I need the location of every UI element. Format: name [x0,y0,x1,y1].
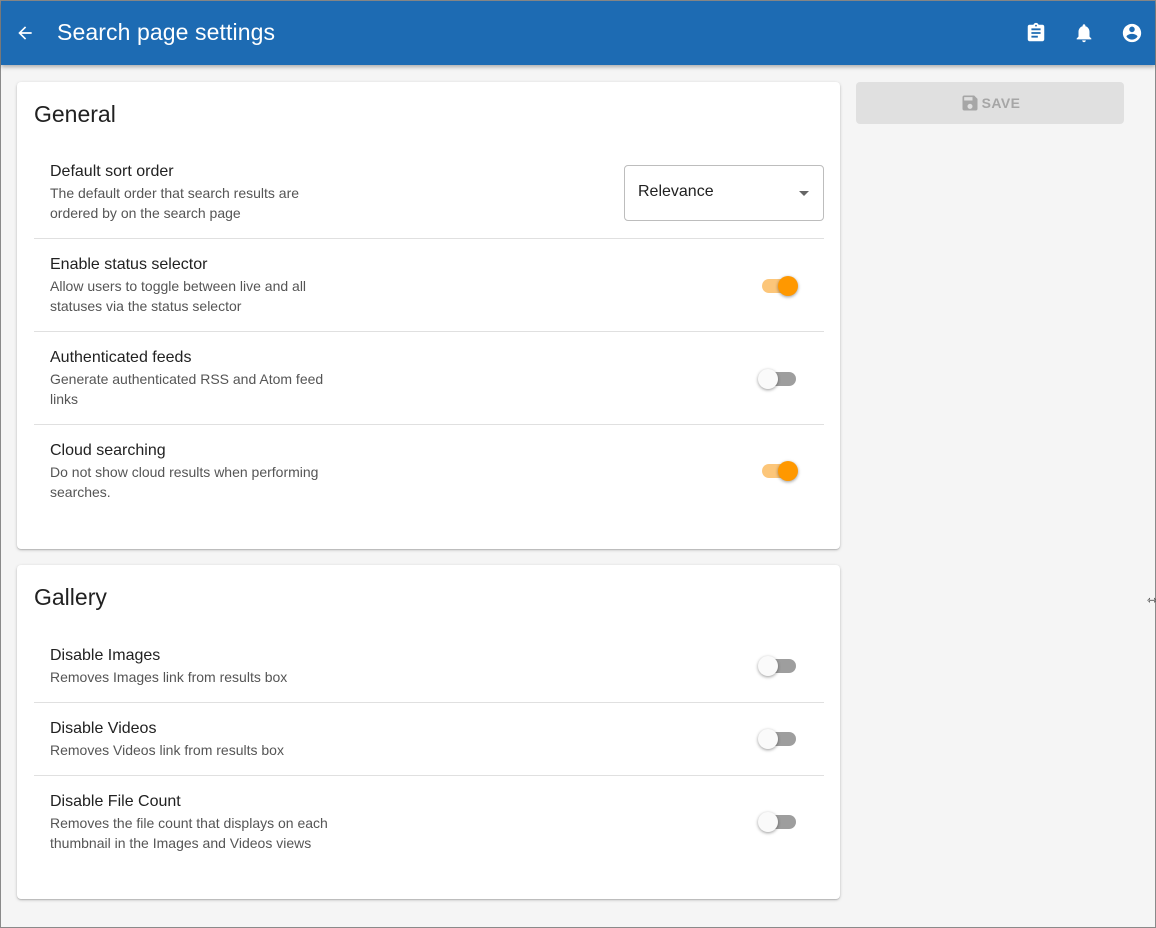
toggle-thumb [758,369,778,389]
back-button[interactable] [13,21,37,45]
disable-file-count-row: Disable File Count Removes the file coun… [34,776,824,869]
disable-images-toggle[interactable] [758,656,798,676]
status-selector-row: Enable status selector Allow users to to… [34,239,824,332]
notifications-button[interactable] [1072,21,1096,45]
cloud-searching-description: Do not show cloud results when performin… [50,464,319,500]
authenticated-feeds-toggle[interactable] [758,369,798,389]
disable-videos-description: Removes Videos link from results box [50,742,284,758]
disable-images-description: Removes Images link from results box [50,669,288,685]
app-bar: Search page settings [1,1,1155,65]
status-selector-description: Allow users to toggle between live and a… [50,278,307,314]
disable-videos-row: Disable Videos Removes Videos link from … [34,703,824,776]
toggle-thumb [778,461,798,481]
caret-down-icon [799,191,809,196]
cloud-searching-row: Cloud searching Do not show cloud result… [34,425,824,518]
authenticated-feeds-row: Authenticated feeds Generate authenticat… [34,332,824,425]
sort-order-row: Default sort order The default order tha… [34,153,824,239]
disable-file-count-label: Disable File Count [50,793,181,810]
resize-cursor-icon: ⇿ [1147,593,1156,607]
authenticated-feeds-description: Generate authenticated RSS and Atom feed… [50,371,324,407]
general-card: General Default sort order The default o… [17,82,840,549]
arrow-back-icon [18,26,32,40]
toggle-thumb [778,276,798,296]
toggle-thumb [758,656,778,676]
account-button[interactable] [1120,21,1144,45]
authenticated-feeds-label: Authenticated feeds [50,349,192,366]
general-heading: General [34,101,116,127]
disable-videos-label: Disable Videos [50,720,157,737]
sort-order-description: The default order that search results ar… [50,185,300,221]
save-icon [960,93,980,113]
sort-order-value: Relevance [638,183,714,200]
sort-order-label: Default sort order [50,163,174,180]
clipboard-button[interactable] [1024,21,1048,45]
disable-images-label: Disable Images [50,647,161,664]
disable-file-count-description: Removes the file count that displays on … [50,815,328,851]
sort-order-select[interactable]: Relevance [624,165,824,221]
toggle-thumb [758,812,778,832]
toggle-thumb [758,729,778,749]
clipboard-icon [1027,22,1045,42]
status-selector-label: Enable status selector [50,256,208,273]
gallery-heading: Gallery [34,584,107,610]
disable-file-count-toggle[interactable] [758,812,798,832]
disable-videos-toggle[interactable] [758,729,798,749]
bell-icon [1076,24,1092,43]
disable-images-row: Disable Images Removes Images link from … [34,637,824,703]
save-button[interactable]: SAVE [856,82,1124,124]
cloud-searching-label: Cloud searching [50,442,166,459]
cloud-searching-toggle[interactable] [762,461,798,481]
save-label: SAVE [981,95,1021,111]
page-title: Search page settings [57,19,276,45]
gallery-card: Gallery Disable Images Removes Images li… [17,565,840,899]
status-selector-toggle[interactable] [762,276,798,296]
account-icon [1122,23,1142,43]
